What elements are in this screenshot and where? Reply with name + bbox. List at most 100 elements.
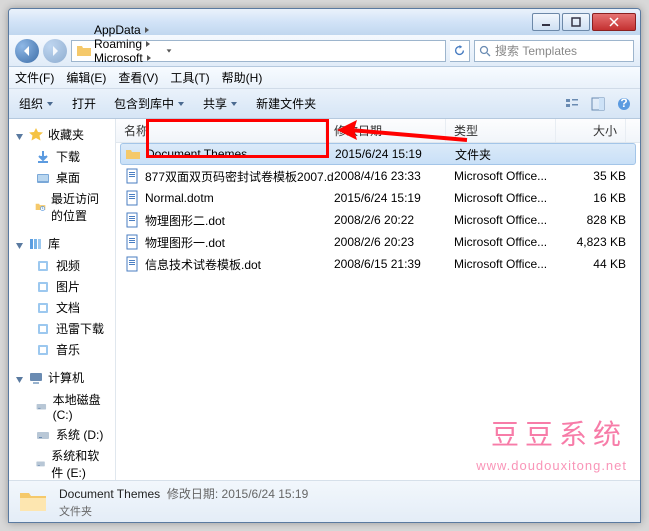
item-label: 下载 (56, 148, 80, 165)
minimize-button[interactable] (532, 13, 560, 31)
search-icon (479, 45, 491, 57)
item-label: 视频 (56, 257, 80, 274)
sidebar-computer[interactable]: 计算机 (9, 366, 115, 389)
menu-help[interactable]: 帮助(H) (222, 69, 263, 86)
details-pane: Document Themes 修改日期: 2015/6/24 15:19 文件… (9, 480, 640, 522)
document-icon (124, 212, 140, 228)
star-icon (28, 127, 44, 143)
sidebar-label: 计算机 (48, 369, 84, 386)
preview-pane-button[interactable] (588, 94, 608, 114)
address-bar[interactable]: AppDataRoamingMicrosoftTemplates (71, 40, 446, 62)
file-row[interactable]: 物理图形二.dot 2008/2/6 20:22Microsoft Office.… (116, 209, 640, 231)
file-name: Normal.dotm (145, 191, 214, 205)
file-size: 44 KB (564, 257, 634, 271)
document-icon (124, 168, 140, 184)
item-label: 桌面 (56, 169, 80, 186)
item-label: 音乐 (56, 341, 80, 358)
item-label: 最近访问的位置 (51, 190, 109, 224)
file-row[interactable]: Document Themes2015/6/24 15:19文件夹 (120, 143, 636, 165)
file-row[interactable]: 877双面双页码密封试卷模板2007.dotx2008/4/16 23:33Mi… (116, 165, 640, 187)
file-name: Document Themes (146, 147, 247, 161)
search-placeholder: 搜索 Templates (495, 42, 577, 59)
item-icon (35, 258, 51, 274)
sidebar-item[interactable]: 视频 (9, 255, 115, 276)
item-icon (35, 199, 46, 215)
sidebar-item[interactable]: 音乐 (9, 339, 115, 360)
column-headers: 名称 修改日期 类型 大小 (116, 119, 640, 143)
help-button[interactable]: ? (614, 94, 634, 114)
share-button[interactable]: 共享 (199, 93, 242, 114)
file-type: Microsoft Office... (454, 169, 564, 183)
file-size: 16 KB (564, 191, 634, 205)
sidebar-item[interactable]: 图片 (9, 276, 115, 297)
menu-file[interactable]: 文件(F) (15, 69, 54, 86)
status-name: Document Themes (59, 487, 160, 501)
file-date: 2015/6/24 15:19 (334, 191, 454, 205)
file-date: 2008/6/15 21:39 (334, 257, 454, 271)
file-date: 2008/4/16 23:33 (334, 169, 454, 183)
file-type: Microsoft Office... (454, 213, 564, 227)
sidebar-libraries[interactable]: 库 (9, 232, 115, 255)
status-type: 文件夹 (59, 503, 308, 519)
file-date: 2008/2/6 20:23 (334, 235, 454, 249)
back-button[interactable] (15, 39, 39, 63)
close-button[interactable] (592, 13, 636, 31)
newfolder-button[interactable]: 新建文件夹 (252, 93, 320, 114)
sidebar-item[interactable]: 系统 (D:) (9, 424, 115, 445)
sidebar-item[interactable]: 桌面 (9, 167, 115, 188)
col-size[interactable]: 大小 (556, 119, 626, 142)
col-date[interactable]: 修改日期 (326, 119, 446, 142)
sidebar-item[interactable]: 迅雷下载 (9, 318, 115, 339)
file-row[interactable]: Normal.dotm2015/6/24 15:19Microsoft Offi… (116, 187, 640, 209)
menu-bar: 文件(F) 编辑(E) 查看(V) 工具(T) 帮助(H) (9, 67, 640, 89)
breadcrumb-segment[interactable]: AppData (92, 23, 163, 37)
item-icon (35, 399, 48, 415)
item-label: 本地磁盘 (C:) (53, 391, 109, 422)
view-options-button[interactable] (562, 94, 582, 114)
computer-icon (28, 370, 44, 386)
breadcrumb-segment[interactable]: Microsoft (92, 51, 163, 65)
content-area: 收藏夹 下载桌面最近访问的位置 库 视频图片文档迅雷下载音乐 计算机 本地磁盘 (9, 119, 640, 480)
menu-edit[interactable]: 编辑(E) (66, 69, 106, 86)
sidebar-item[interactable]: 下载 (9, 146, 115, 167)
item-icon (35, 427, 51, 443)
file-size: 35 KB (564, 169, 634, 183)
item-icon (35, 149, 51, 165)
file-type: Microsoft Office... (454, 235, 564, 249)
col-name[interactable]: 名称 (116, 119, 326, 142)
toolbar: 组织 打开 包含到库中 共享 新建文件夹 ? (9, 89, 640, 119)
open-button[interactable]: 打开 (68, 93, 100, 114)
file-size: 828 KB (564, 213, 634, 227)
navigation-pane[interactable]: 收藏夹 下载桌面最近访问的位置 库 视频图片文档迅雷下载音乐 计算机 本地磁盘 (9, 119, 116, 480)
sidebar-item[interactable]: 最近访问的位置 (9, 188, 115, 226)
sidebar-favorites[interactable]: 收藏夹 (9, 123, 115, 146)
menu-tools[interactable]: 工具(T) (170, 69, 209, 86)
folder-icon (76, 43, 92, 59)
forward-button[interactable] (43, 39, 67, 63)
include-button[interactable]: 包含到库中 (110, 93, 189, 114)
item-label: 图片 (56, 278, 80, 295)
sidebar-item[interactable]: 本地磁盘 (C:) (9, 389, 115, 424)
status-date-label: 修改日期: (167, 487, 218, 501)
file-row[interactable]: 物理图形一.dot2008/2/6 20:23Microsoft Office.… (116, 231, 640, 253)
search-input[interactable]: 搜索 Templates (474, 40, 634, 62)
file-date: 2008/2/6 20:22 (334, 213, 454, 227)
refresh-button[interactable] (450, 40, 470, 62)
col-type[interactable]: 类型 (446, 119, 556, 142)
document-icon (124, 190, 140, 206)
sidebar-item[interactable]: 系统和软件 (E:) (9, 445, 115, 480)
folder-icon (17, 486, 49, 518)
file-name: 物理图形二.dot (145, 212, 225, 229)
item-label: 文档 (56, 299, 80, 316)
explorer-window: AppDataRoamingMicrosoftTemplates 搜索 Temp… (8, 8, 641, 523)
library-icon (28, 236, 44, 252)
menu-view[interactable]: 查看(V) (118, 69, 158, 86)
document-icon (124, 256, 140, 272)
sidebar-item[interactable]: 文档 (9, 297, 115, 318)
file-row[interactable]: 信息技术试卷模板.dot2008/6/15 21:39Microsoft Off… (116, 253, 640, 275)
item-label: 迅雷下载 (56, 320, 104, 337)
organize-button[interactable]: 组织 (15, 93, 58, 114)
breadcrumb-segment[interactable]: Roaming (92, 37, 163, 51)
file-list[interactable]: Document Themes2015/6/24 15:19文件夹877双面双页… (116, 143, 640, 480)
maximize-button[interactable] (562, 13, 590, 31)
